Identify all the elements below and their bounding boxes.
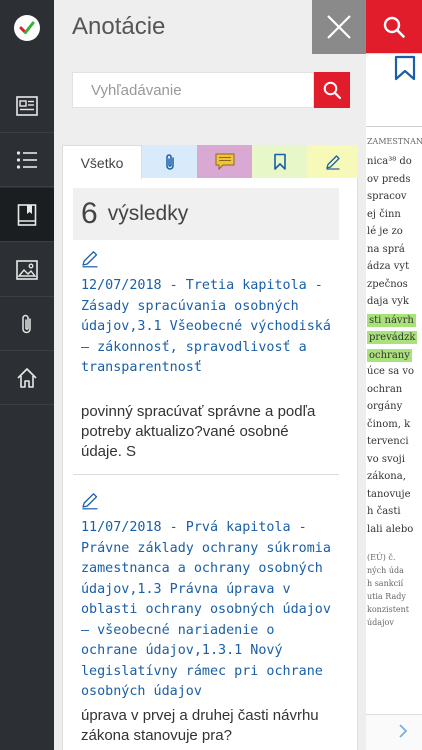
document-line: sti návrh — [367, 313, 416, 327]
document-line: lali alebo — [367, 523, 414, 535]
search-button[interactable] — [314, 72, 350, 108]
document-line: tanovuje — [367, 488, 411, 500]
document-line: vo svoji — [367, 453, 405, 465]
tab-comments[interactable] — [197, 145, 252, 179]
document-line: ZAMESTNANCA — [367, 137, 422, 146]
document-bottom-bar — [366, 714, 422, 750]
left-rail — [0, 0, 54, 750]
document-line: nica³⁸ do — [367, 156, 412, 167]
close-icon — [327, 15, 351, 39]
document-line: ochrany — [367, 348, 412, 362]
tab-attachments[interactable] — [142, 145, 197, 179]
pencil-icon — [82, 493, 98, 510]
document-line: spracov — [367, 191, 407, 202]
results-list: 6 výsledky 12/07/2018 - Tretia kapitola … — [62, 178, 358, 750]
document-line: utia Rady — [367, 592, 406, 601]
annotation-link[interactable]: 11/07/2018 - Prvá kapitola - Právne zákl… — [81, 518, 333, 703]
document-line: ádza vyt — [367, 261, 410, 272]
annotation-type-pencil — [81, 250, 99, 272]
paperclip-icon — [22, 314, 31, 333]
document-search-button[interactable] — [366, 0, 422, 53]
comment-icon — [215, 153, 234, 170]
document-line: úce sa vo — [367, 366, 415, 377]
document-line: h sankcií — [367, 579, 404, 588]
item-divider — [73, 474, 339, 475]
annotation-search: Vyhľadávanie — [72, 72, 350, 108]
book-bookmark-icon — [17, 203, 37, 226]
tab-highlights[interactable] — [307, 145, 358, 179]
panel-title: Anotácie — [72, 13, 166, 40]
annotation-note: povinný spracúvať správne a podľa potreb… — [81, 403, 316, 460]
rail-item-home[interactable] — [0, 351, 54, 405]
list-icon — [16, 150, 37, 169]
filter-tabs: Všetko — [62, 145, 358, 179]
document-line: (EÚ) č. — [367, 553, 396, 562]
document-view: ZAMESTNANCA nica³⁸ do ov preds spracov ej či… — [366, 0, 422, 750]
document-header-line — [366, 53, 422, 54]
bookmark-icon — [394, 55, 416, 81]
paperclip-icon — [165, 153, 174, 170]
panel-header: Anotácie — [54, 0, 366, 54]
image-icon — [16, 259, 38, 280]
result-count-label: výsledky — [107, 202, 189, 225]
document-line: orgány — [367, 401, 403, 412]
result-count: 6 výsledky — [73, 188, 339, 240]
next-page-button[interactable] — [398, 723, 408, 743]
document-line: činom, k — [367, 418, 411, 430]
document-line: konzistent — [367, 605, 410, 614]
annotations-panel: Anotácie Vyhľadávanie Všetko 6 výsledky … — [54, 0, 366, 750]
search-input[interactable]: Vyhľadávanie — [72, 72, 314, 108]
document-line: zákona, — [367, 471, 406, 482]
document-line: zpečnos — [367, 278, 408, 290]
document-line: h časti — [367, 506, 401, 517]
app-logo[interactable] — [0, 0, 54, 56]
document-top-separator — [366, 126, 422, 127]
search-icon — [323, 81, 342, 100]
rail-item-contents[interactable] — [0, 133, 54, 187]
document-line: na sprá — [367, 243, 405, 255]
document-line: prevádzk — [367, 331, 418, 344]
checkmark-logo-icon — [14, 15, 40, 41]
document-line: daja vyk — [367, 296, 409, 307]
newspaper-icon — [16, 95, 38, 116]
document-line: údajov — [367, 618, 394, 627]
rail-item-annotations[interactable] — [0, 188, 54, 242]
rail-item-documents[interactable] — [0, 79, 54, 133]
document-bookmark-button[interactable] — [394, 55, 416, 85]
bookmark-icon — [273, 153, 286, 170]
rail-item-images[interactable] — [0, 243, 54, 297]
document-line: ej činn — [367, 208, 401, 220]
pencil-icon — [325, 154, 340, 170]
result-count-number: 6 — [81, 197, 98, 230]
document-line: ochran — [367, 383, 403, 395]
annotation-note: úprava v prvej a druhej časti návrhu zák… — [81, 707, 319, 744]
close-panel-button[interactable] — [312, 0, 366, 54]
chevron-right-icon — [399, 724, 408, 738]
tab-bookmarks[interactable] — [252, 145, 307, 179]
document-line: ov preds — [367, 173, 411, 185]
search-icon — [383, 16, 405, 38]
rail-item-attachments[interactable] — [0, 297, 54, 351]
annotation-type-pencil — [81, 492, 99, 514]
pencil-icon — [82, 251, 98, 268]
document-line: lé je zo — [367, 226, 403, 237]
document-line: ných úda — [367, 566, 404, 575]
tab-all[interactable]: Všetko — [62, 145, 142, 179]
annotation-link[interactable]: 12/07/2018 - Tretia kapitola - Zásady sp… — [81, 276, 333, 379]
document-line: tervenci — [367, 436, 409, 447]
home-icon — [17, 367, 37, 388]
